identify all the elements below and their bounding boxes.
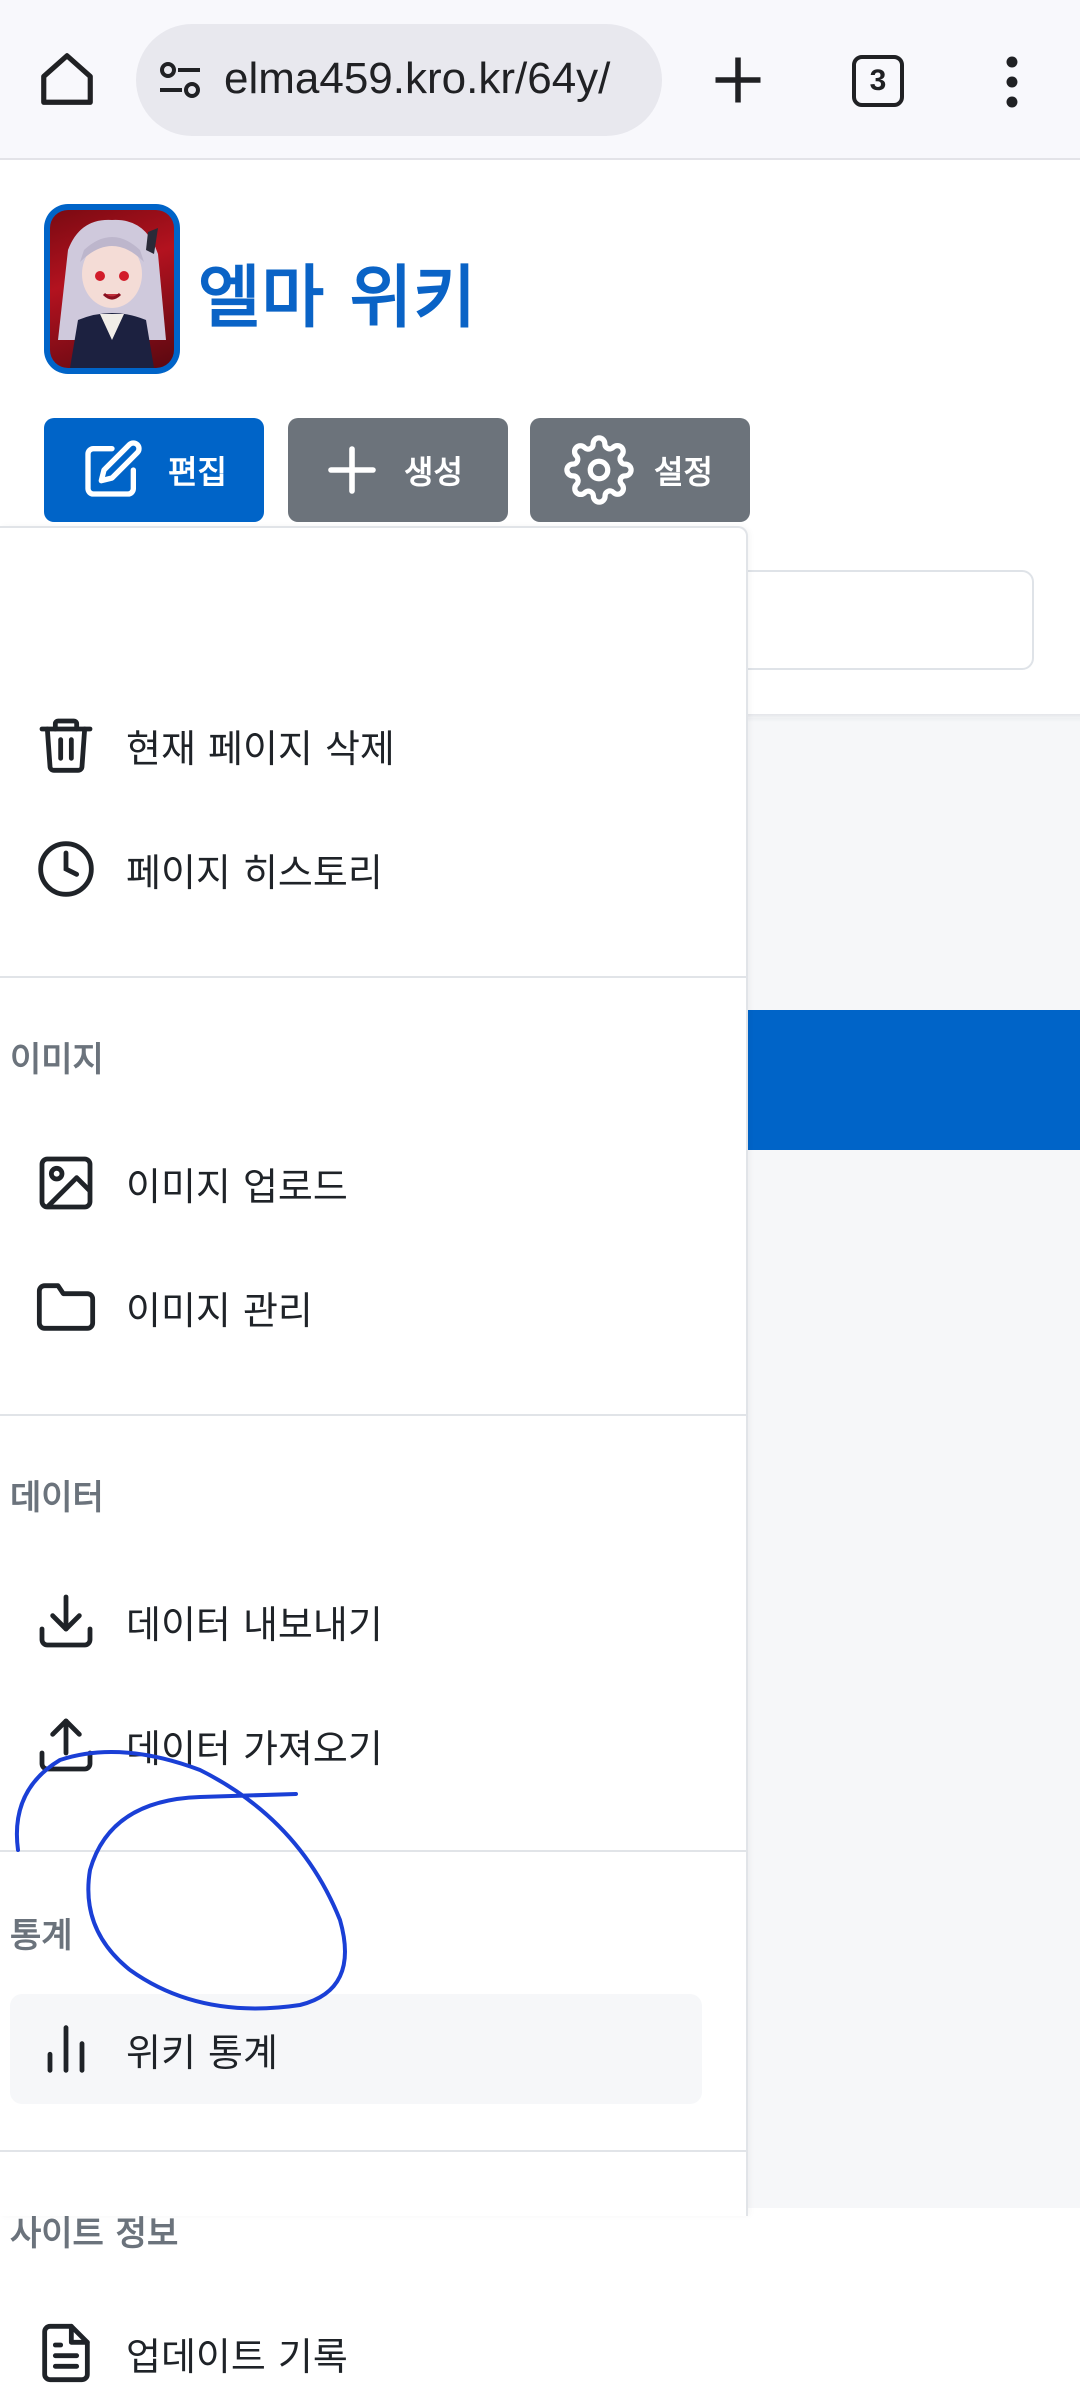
menu-item-label: 이미지 관리 (126, 1288, 313, 1333)
settings-button[interactable]: 설정 (530, 418, 750, 522)
menu-item-update-log[interactable]: 업데이트 기록 (10, 2298, 702, 2408)
menu-item-label: 데이터 가져오기 (126, 1726, 383, 1771)
content-background (748, 718, 1080, 2208)
edit-button-label: 편집 (168, 453, 227, 491)
section-title-data: 데이터 (10, 1478, 104, 1518)
menu-item-label: 데이터 내보내기 (126, 1602, 383, 1647)
edit-icon (85, 440, 142, 497)
home-icon[interactable] (36, 48, 98, 110)
page-content: 엘마 위키 편집 생성 설정 현재 페이지 삭제 페이지 히스토리 이미지 이미… (0, 162, 1080, 2383)
menu-item-label: 업데이트 기록 (126, 2334, 348, 2379)
folder-icon (36, 1283, 96, 1331)
edit-button[interactable]: 편집 (44, 418, 264, 522)
menu-item-label: 이미지 업로드 (126, 1164, 348, 1209)
new-tab-icon[interactable] (708, 50, 768, 110)
section-title-stats: 통계 (10, 1916, 73, 1956)
section-title-image: 이미지 (10, 1040, 104, 1080)
section-title-site-info: 사이트 정보 (10, 2214, 179, 2254)
image-icon (39, 1156, 93, 1210)
bar-chart-icon (47, 2025, 85, 2073)
menu-item-wiki-stats[interactable]: 위키 통계 (10, 1994, 702, 2104)
clock-icon (38, 841, 94, 897)
menu-divider (0, 1850, 746, 1852)
url-text: elma459.kro.kr/64y/ (224, 54, 611, 103)
logo-avatar-image (50, 210, 174, 368)
menu-item-label: 현재 페이지 삭제 (126, 726, 395, 771)
create-button[interactable]: 생성 (288, 418, 508, 522)
menu-divider (0, 1414, 746, 1416)
create-button-label: 생성 (404, 453, 463, 491)
menu-item-page-history[interactable]: 페이지 히스토리 (10, 814, 702, 924)
site-title[interactable]: 엘마 위키 (198, 242, 477, 341)
upload-icon (39, 1718, 93, 1772)
download-icon (39, 1594, 93, 1648)
menu-item-delete-page[interactable]: 현재 페이지 삭제 (10, 690, 702, 800)
menu-item-label: 위키 통계 (126, 2030, 278, 2075)
menu-divider (0, 976, 746, 978)
menu-item-image-upload[interactable]: 이미지 업로드 (10, 1128, 702, 1238)
search-input[interactable] (700, 570, 1034, 670)
settings-button-label: 설정 (654, 453, 713, 491)
menu-divider (0, 2150, 746, 2152)
menu-item-data-import[interactable]: 데이터 가져오기 (10, 1690, 702, 1800)
edit-dropdown-menu: 현재 페이지 삭제 페이지 히스토리 이미지 이미지 업로드 이미지 관리 데이… (0, 526, 748, 2383)
more-options-icon[interactable] (990, 52, 1034, 112)
plus-icon (328, 446, 376, 494)
tab-switcher-button[interactable]: 3 (852, 55, 904, 107)
content-banner (748, 1010, 1080, 1150)
menu-item-label: 페이지 히스토리 (126, 850, 383, 895)
browser-toolbar: elma459.kro.kr/64y/ 3 (0, 0, 1080, 160)
address-bar[interactable]: elma459.kro.kr/64y/ (136, 24, 662, 136)
menu-item-image-manage[interactable]: 이미지 관리 (10, 1252, 702, 1362)
header-shadow (748, 714, 1080, 722)
gear-icon (564, 435, 634, 505)
document-icon (42, 2323, 90, 2383)
menu-item-data-export[interactable]: 데이터 내보내기 (10, 1566, 702, 1676)
site-settings-icon[interactable] (156, 56, 204, 104)
site-logo[interactable] (44, 204, 180, 374)
trash-icon (39, 718, 93, 773)
